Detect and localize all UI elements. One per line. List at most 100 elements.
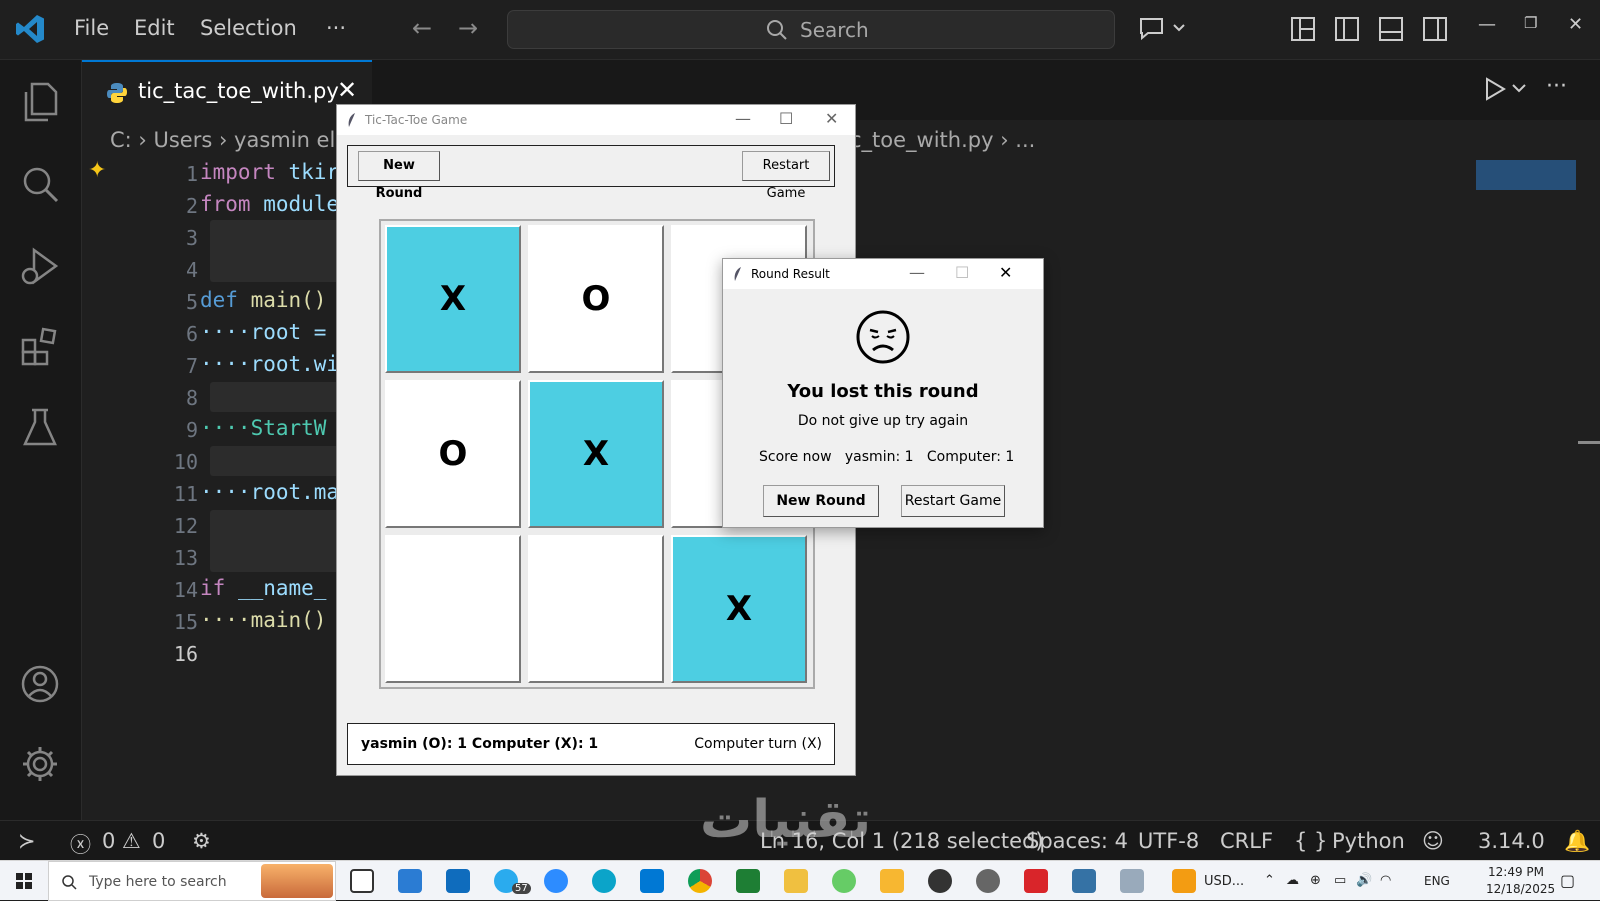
tab-close-icon[interactable]: ✕ bbox=[337, 76, 357, 104]
explorer-icon[interactable] bbox=[20, 80, 60, 124]
layout-customize-icon[interactable] bbox=[1290, 16, 1316, 42]
account-icon[interactable] bbox=[20, 664, 60, 704]
chrome-icon[interactable] bbox=[688, 869, 712, 893]
board-cell[interactable] bbox=[528, 535, 664, 683]
restart-game-button[interactable]: Restart Game bbox=[742, 151, 830, 201]
minimap[interactable] bbox=[1476, 160, 1576, 190]
tray-volume-icon[interactable]: 🔊 bbox=[1356, 873, 1372, 888]
toggle-panel-icon[interactable] bbox=[1378, 16, 1404, 42]
tray-wifi-icon[interactable]: ◠ bbox=[1380, 873, 1391, 888]
tab-tic-tac-toe[interactable]: tic_tac_toe_with.py ✕ bbox=[82, 60, 372, 120]
wps-icon[interactable] bbox=[1024, 869, 1048, 893]
media-player-icon[interactable] bbox=[928, 869, 952, 893]
remote-icon[interactable]: ≻ bbox=[18, 829, 36, 853]
edge-icon[interactable] bbox=[592, 869, 616, 893]
tray-network-icon[interactable]: ⊕ bbox=[1310, 873, 1321, 888]
back-arrow-icon[interactable]: ← bbox=[412, 14, 432, 42]
result-new-round-button[interactable]: New Round bbox=[763, 485, 879, 517]
errors-count[interactable]: 0 bbox=[102, 829, 115, 853]
tk-feather-taskbar-icon[interactable] bbox=[1120, 869, 1144, 893]
copilot-chat-icon[interactable] bbox=[1138, 16, 1186, 42]
outlook-icon[interactable] bbox=[446, 869, 470, 893]
encoding[interactable]: UTF-8 bbox=[1138, 829, 1199, 853]
taskbar-search-icon bbox=[62, 875, 77, 890]
copilot-sparkle-icon[interactable]: ✦ bbox=[88, 158, 106, 183]
tk-feather-icon bbox=[734, 267, 741, 281]
settings-gear-icon[interactable] bbox=[20, 744, 60, 784]
search-sidebar-icon[interactable] bbox=[20, 164, 60, 204]
menu-edit[interactable]: Edit bbox=[134, 16, 175, 40]
result-restart-game-button[interactable]: Restart Game bbox=[901, 485, 1005, 517]
tray-cloud-icon[interactable]: ☁ bbox=[1286, 873, 1299, 888]
network-app-icon[interactable] bbox=[832, 869, 856, 893]
warnings-count[interactable]: 0 bbox=[152, 829, 165, 853]
currency-widget-icon[interactable] bbox=[1172, 869, 1196, 893]
forward-arrow-icon[interactable]: → bbox=[458, 14, 478, 42]
line-number: 12 bbox=[173, 514, 198, 538]
indentation[interactable]: Spaces: 4 bbox=[1026, 829, 1128, 853]
board-cell[interactable]: O bbox=[528, 225, 664, 373]
game-title-bar[interactable]: Tic-Tac-Toe Game — ☐ ✕ bbox=[337, 105, 855, 135]
vscode-taskbar-icon[interactable] bbox=[640, 869, 664, 893]
run-dropdown-chevron-icon[interactable] bbox=[1512, 84, 1526, 94]
zoom-icon[interactable] bbox=[544, 869, 568, 893]
close-window-icon[interactable]: ✕ bbox=[1568, 14, 1583, 35]
testing-icon[interactable] bbox=[20, 406, 60, 448]
taskbar-search[interactable]: Type here to search bbox=[48, 861, 336, 901]
currency-widget-label[interactable]: USD... bbox=[1204, 874, 1244, 889]
warnings-icon[interactable]: ⚠ bbox=[122, 829, 141, 853]
run-file-icon[interactable] bbox=[1482, 76, 1508, 102]
sheets-icon[interactable] bbox=[736, 869, 760, 893]
board-cell[interactable]: X bbox=[385, 225, 521, 373]
board-cell[interactable]: O bbox=[385, 380, 521, 528]
menu-selection[interactable]: Selection bbox=[200, 16, 297, 40]
copilot-icon[interactable]: ☺ bbox=[1422, 829, 1444, 853]
task-view-icon[interactable] bbox=[350, 869, 374, 893]
store-icon[interactable] bbox=[398, 869, 422, 893]
action-center-icon[interactable]: ▢ bbox=[1560, 871, 1575, 890]
tray-battery-icon[interactable]: ▭ bbox=[1334, 873, 1346, 888]
line-number: 13 bbox=[173, 546, 198, 570]
clock-time[interactable]: 12:49 PM bbox=[1488, 865, 1544, 879]
restore-icon[interactable]: ❐ bbox=[1524, 14, 1537, 32]
python-taskbar-icon[interactable] bbox=[1072, 869, 1096, 893]
debug-icon[interactable]: ⚙ bbox=[192, 829, 211, 853]
settings-taskbar-icon[interactable] bbox=[976, 869, 1000, 893]
language-mode[interactable]: Python bbox=[1332, 829, 1405, 853]
language-indicator[interactable]: ENG bbox=[1424, 874, 1450, 888]
errors-icon[interactable]: ⓧ bbox=[70, 829, 91, 859]
notifications-bell-icon[interactable]: 🔔 bbox=[1564, 829, 1590, 854]
result-title-bar[interactable]: Round Result — ☐ ✕ bbox=[723, 259, 1043, 289]
clock-date[interactable]: 12/18/2025 bbox=[1486, 882, 1555, 896]
game-close-icon[interactable]: ✕ bbox=[825, 109, 838, 128]
extensions-icon[interactable] bbox=[20, 326, 60, 366]
game-minimize-icon[interactable]: — bbox=[735, 109, 751, 128]
more-actions-icon[interactable]: ··· bbox=[1546, 74, 1567, 99]
code-line: import tkir bbox=[200, 160, 340, 184]
tk-feather-icon bbox=[348, 113, 355, 127]
windows-start-icon[interactable] bbox=[16, 873, 32, 889]
line-ending[interactable]: CRLF bbox=[1220, 829, 1273, 853]
toggle-secondary-sidebar-icon[interactable] bbox=[1422, 16, 1448, 42]
breadcrumb-file[interactable]: c_toe_with.py › ... bbox=[850, 128, 1035, 152]
command-search[interactable]: Search bbox=[507, 10, 1115, 49]
scrollbar-marker[interactable] bbox=[1578, 441, 1600, 444]
menu-file[interactable]: File bbox=[74, 16, 109, 40]
result-close-icon[interactable]: ✕ bbox=[999, 263, 1012, 282]
minimize-icon[interactable]: — bbox=[1478, 14, 1496, 35]
tray-overflow-icon[interactable]: ⌃ bbox=[1264, 873, 1275, 888]
toggle-sidebar-icon[interactable] bbox=[1334, 16, 1360, 42]
menu-more[interactable]: ··· bbox=[326, 16, 346, 40]
board-cell[interactable]: X bbox=[528, 380, 664, 528]
breadcrumb[interactable]: C: › Users › yasmin els bbox=[110, 128, 346, 152]
run-debug-icon[interactable] bbox=[20, 246, 60, 288]
board-cell[interactable]: X bbox=[671, 535, 807, 683]
game-maximize-icon[interactable]: ☐ bbox=[779, 109, 793, 128]
new-round-button[interactable]: New Round bbox=[358, 151, 440, 201]
file-explorer-icon[interactable] bbox=[784, 869, 808, 893]
board-cell[interactable] bbox=[385, 535, 521, 683]
result-title: Round Result bbox=[751, 267, 830, 281]
notes-icon[interactable] bbox=[880, 869, 904, 893]
result-minimize-icon[interactable]: — bbox=[909, 263, 925, 282]
python-version[interactable]: 3.14.0 bbox=[1478, 829, 1545, 853]
